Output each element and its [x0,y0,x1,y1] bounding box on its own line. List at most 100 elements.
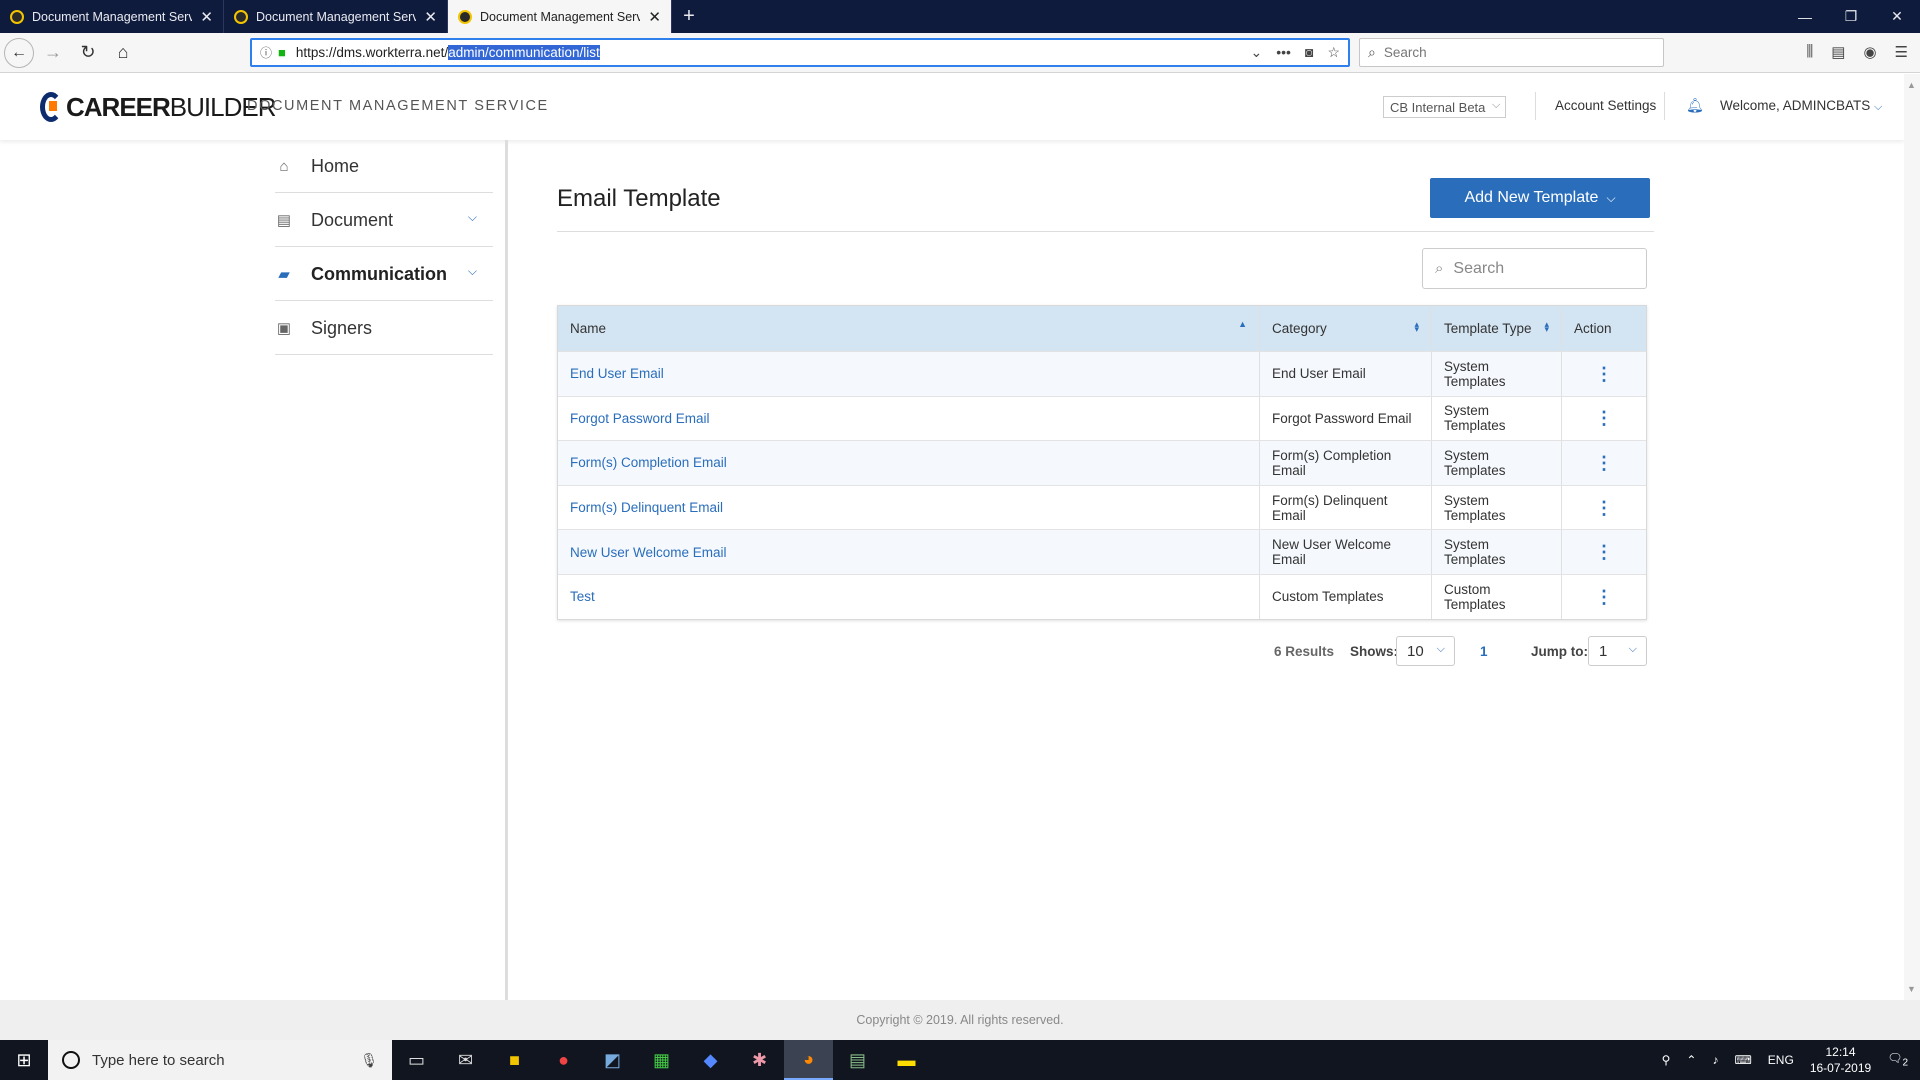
close-icon[interactable]: ✕ [424,8,437,26]
page-size-select[interactable]: 10 ⌵ [1396,636,1455,666]
kebab-menu-icon[interactable]: ⋮ [1595,499,1613,517]
name-cell: Forgot Password Email [558,396,1260,441]
mail-app-icon[interactable]: ✉ [441,1040,490,1080]
title-divider [557,231,1654,232]
info-icon[interactable]: ⓘ [260,44,272,61]
spreadsheet-icon[interactable]: ▦ [637,1040,686,1080]
sort-icon[interactable]: ▴ ▾ [1414,320,1419,334]
column-header-category[interactable]: Category ▴ ▾ [1260,306,1432,351]
sort-ascending-icon[interactable]: ▲ [1238,320,1247,329]
code-editor-icon[interactable]: ◆ [686,1040,735,1080]
chevron-down-icon: ⌵ [1436,643,1445,655]
close-window-icon[interactable]: ✕ [1874,0,1920,33]
menu-icon[interactable]: ☰ [1895,43,1908,61]
sidebar-item-home[interactable]: ⌂ Home [275,140,493,193]
kebab-menu-icon[interactable]: ⋮ [1595,543,1613,561]
template-name-link[interactable]: Form(s) Delinquent Email [570,500,723,515]
star-icon[interactable]: ☆ [1327,44,1340,61]
scroll-up-icon[interactable]: ▲ [1907,80,1916,90]
clock-date: 16-07-2019 [1809,1061,1872,1075]
sidebar-item-label: Signers [311,317,373,338]
email-template-table: Name ▲ Category ▴ ▾ Template Type ▴ ▾ Acti… [557,305,1647,620]
add-new-template-button[interactable]: Add New Template ⌵ [1430,178,1650,218]
page-number-link[interactable]: 1 [1480,636,1488,666]
more-actions-icon[interactable]: ••• [1276,44,1291,61]
category-cell: Forgot Password Email [1260,396,1432,441]
table-row: Form(s) Completion Email Form(s) Complet… [558,440,1646,485]
close-icon[interactable]: ✕ [200,8,213,26]
account-icon[interactable]: ◉ [1863,43,1876,61]
reload-icon[interactable]: ↻ [72,37,104,69]
sidebar-item-label: Home [311,155,360,176]
template-search-input[interactable]: ⌕ Search [1422,248,1647,289]
taskbar-search-field[interactable]: Type here to search 🎙︎ [48,1040,392,1080]
people-icon[interactable]: ⚲ [1662,1053,1671,1067]
notification-count: 2 [1902,1057,1908,1069]
restore-icon[interactable]: ❐ [1828,0,1874,33]
template-name-link[interactable]: Form(s) Completion Email [570,455,727,470]
browser-tab[interactable]: Document Management Servic ✕ [0,0,224,33]
new-tab-icon[interactable]: + [672,0,706,33]
template-name-link[interactable]: New User Welcome Email [570,545,727,560]
minimize-icon[interactable]: — [1782,0,1828,33]
keyboard-icon[interactable]: ⌨ [1734,1053,1751,1067]
file-explorer-icon[interactable]: ■ [490,1040,539,1080]
kebab-menu-icon[interactable]: ⋮ [1595,365,1613,383]
library-icon[interactable]: ⫼ [1806,43,1813,61]
back-icon[interactable]: ← [4,37,34,68]
chevron-down-icon: ⌵ [1606,190,1616,205]
browser-tab-active[interactable]: Document Management Servic ✕ [448,0,672,33]
sort-icon[interactable]: ▴ ▾ [1544,320,1549,334]
sidebar-item-document[interactable]: ▤ Document ⌵ [275,194,493,247]
windows-start-icon[interactable]: ⊞ [0,1040,48,1080]
notepad-icon[interactable]: ◩ [588,1040,637,1080]
template-name-link[interactable]: End User Email [570,366,664,381]
microphone-icon[interactable]: 🎙︎ [360,1052,378,1069]
chat-icon: ▰ [278,266,290,283]
column-header-template-type[interactable]: Template Type ▴ ▾ [1432,306,1562,351]
pocket-icon[interactable]: ◙ [1305,44,1313,61]
close-icon[interactable]: ✕ [648,8,661,26]
user-menu[interactable]: Welcome, ADMINCBATS ⌵ [1720,98,1882,114]
column-header-name[interactable]: Name ▲ [558,306,1260,351]
volume-icon[interactable]: ♪ [1712,1053,1718,1067]
chrome-icon[interactable]: ● [539,1040,588,1080]
template-name-link[interactable]: Forgot Password Email [570,411,710,426]
kebab-menu-icon[interactable]: ⋮ [1595,588,1613,606]
notification-icon[interactable]: 🗨︎2 [1887,1051,1908,1068]
url-actions: ⌄ ••• ◙ ☆ [1251,44,1340,61]
account-settings-link[interactable]: Account Settings [1555,98,1656,113]
forward-icon[interactable]: → [37,37,69,69]
chevron-down-icon[interactable]: ⌵ [468,210,477,225]
dropdown-icon[interactable]: ⌄ [1251,44,1263,61]
sidebar-item-communication[interactable]: ▰ Communication ⌵ [275,248,493,301]
home-browser-icon[interactable]: ⌂ [107,37,139,69]
chevron-down-icon[interactable]: ⌵ [468,264,477,279]
archive-icon[interactable]: ▤ [833,1040,882,1080]
slack-icon[interactable]: ✱ [735,1040,784,1080]
chevron-up-icon[interactable]: ⌃ [1686,1053,1696,1067]
search-placeholder: Search [1453,259,1505,277]
bell-icon[interactable]: 🔔︎ [1686,97,1704,114]
kebab-menu-icon[interactable]: ⋮ [1595,409,1613,427]
careerbuilder-logo[interactable]: CAREERBUILDER [40,90,276,124]
jump-to-select[interactable]: 1 ⌵ [1588,636,1647,666]
task-view-icon[interactable]: ▭ [392,1040,441,1080]
scroll-down-icon[interactable]: ▼ [1907,984,1916,994]
language-indicator[interactable]: ENG [1768,1053,1794,1067]
environment-select[interactable]: CB Internal Beta ⌵ [1383,96,1507,118]
kebab-menu-icon[interactable]: ⋮ [1595,454,1613,472]
sticky-notes-icon[interactable]: ▬ [882,1040,931,1080]
browser-search-field[interactable]: ⌕ Search [1359,38,1664,67]
firefox-icon[interactable]: ◕ [784,1040,833,1080]
sidebar-item-signers[interactable]: ▣ Signers [275,302,493,355]
template-name-link[interactable]: Test [570,589,595,604]
browser-tab[interactable]: Document Management Servic ✕ [224,0,448,33]
category-cell: End User Email [1260,352,1432,396]
chevron-down-icon: ⌵ [1492,99,1501,111]
url-bar[interactable]: ⓘ ■ https://dms.workterra.net/admin/comm… [250,38,1350,67]
sidebar-toggle-icon[interactable]: ▤ [1831,43,1845,61]
page-scrollbar[interactable]: ▲ ▼ [1904,74,1920,1000]
column-header-label: Category [1272,321,1327,336]
clock[interactable]: 12:14 16-07-2019 [1810,1044,1871,1076]
